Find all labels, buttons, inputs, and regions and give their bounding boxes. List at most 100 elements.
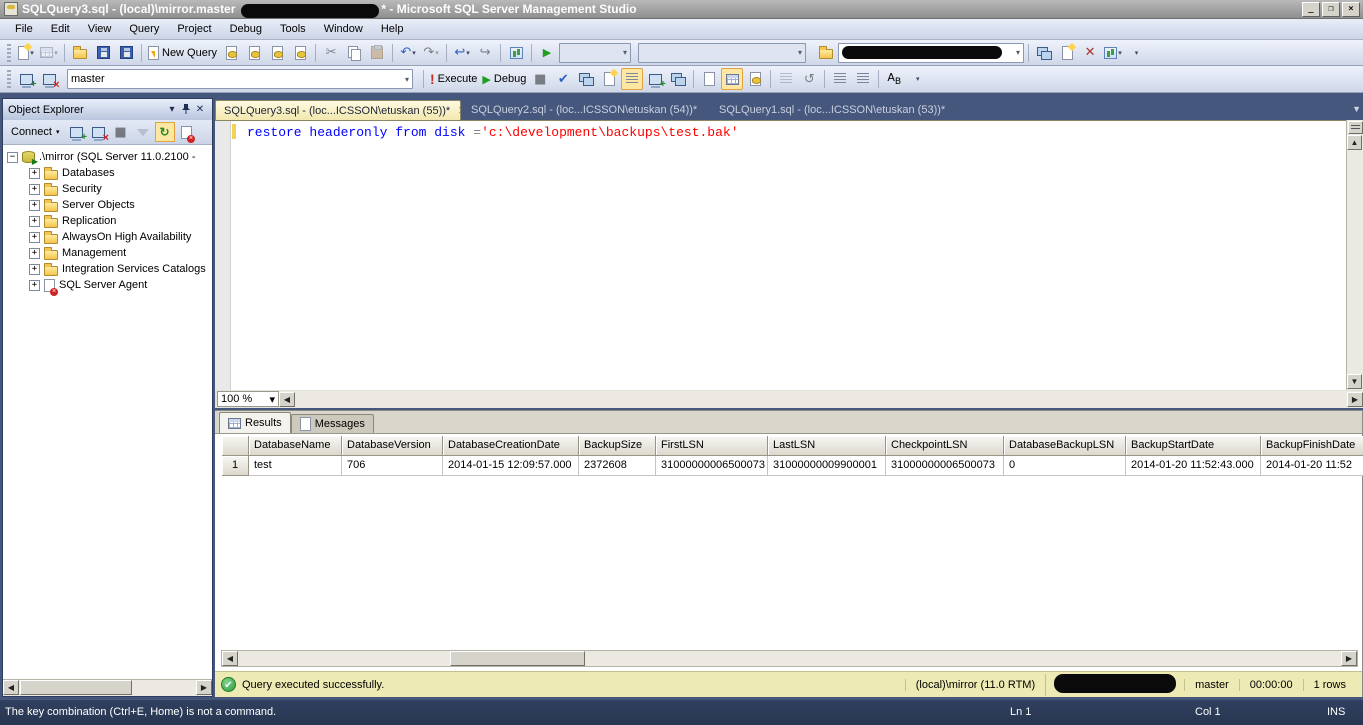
menu-query[interactable]: Query xyxy=(120,20,168,38)
parse-button[interactable]: ✔ xyxy=(552,68,574,90)
results-to-text-button[interactable] xyxy=(698,68,720,90)
scroll-down-arrow[interactable]: ▼ xyxy=(1347,374,1362,389)
toolbar-overflow-button[interactable]: ▾ xyxy=(1125,42,1147,64)
grid-cell[interactable]: 2014-01-20 11:52 xyxy=(1261,456,1363,476)
cut-button[interactable]: ✂ xyxy=(320,42,342,64)
new-query-button[interactable]: New Query xyxy=(146,42,219,64)
undo-button[interactable]: ↶ ▾ xyxy=(397,42,419,64)
toolbar-combo-2[interactable]: ▾ xyxy=(638,42,807,63)
object-explorer-details-button[interactable] xyxy=(1033,42,1055,64)
tree-node-management[interactable]: + Management xyxy=(3,245,212,261)
comment-button[interactable] xyxy=(775,68,797,90)
decrease-indent-button[interactable] xyxy=(829,68,851,90)
oe-connect-button[interactable]: Connect ▾ xyxy=(6,123,65,142)
navigate-forward-button[interactable]: ↪ xyxy=(474,42,496,64)
tree-node-server[interactable]: − .\mirror (SQL Server 11.0.2100 - xyxy=(3,149,212,166)
collapse-box-icon[interactable]: − xyxy=(7,151,18,163)
oe-connect-server-button[interactable] xyxy=(67,122,87,143)
menu-debug[interactable]: Debug xyxy=(221,20,271,38)
scroll-up-arrow[interactable]: ▲ xyxy=(1347,135,1362,150)
tree-node-integration-services-catalogs[interactable]: + Integration Services Catalogs xyxy=(3,261,212,277)
grid-cell[interactable]: 31000000006500073 xyxy=(886,456,1004,476)
oe-filter-button[interactable] xyxy=(133,122,153,142)
tree-node-security[interactable]: + Security xyxy=(3,181,212,197)
expand-box-icon[interactable]: + xyxy=(29,183,40,195)
close-button[interactable]: × xyxy=(1342,2,1360,17)
object-explorer-header[interactable]: Object Explorer ▾ ✕ xyxy=(3,99,212,120)
add-table-button[interactable]: ▾ xyxy=(38,42,60,64)
tree-node-replication[interactable]: + Replication xyxy=(3,213,212,229)
menu-help[interactable]: Help xyxy=(372,20,413,38)
query-editor[interactable]: restore headeronly from disk ='c:\develo… xyxy=(215,120,1346,390)
column-header-databasebackuplsn[interactable]: DatabaseBackupLSN xyxy=(1004,436,1126,456)
results-to-grid-button[interactable] xyxy=(721,68,744,90)
scroll-thumb[interactable] xyxy=(20,680,132,695)
code-line[interactable]: restore headeronly from disk ='c:\develo… xyxy=(247,125,739,140)
save-all-button[interactable] xyxy=(115,42,137,64)
properties-window-button[interactable] xyxy=(1056,42,1078,64)
results-scroll-right-arrow[interactable]: ▶ xyxy=(1341,651,1357,666)
expand-box-icon[interactable]: + xyxy=(29,231,40,243)
expand-box-icon[interactable]: + xyxy=(29,279,40,291)
restore-button[interactable]: ❐ xyxy=(1322,2,1340,17)
oe-horizontal-scrollbar[interactable]: ◀ ▶ xyxy=(3,679,212,696)
estimated-plan-button[interactable] xyxy=(575,68,597,90)
document-tab-2[interactable]: SQLQuery2.sql - (loc...ICSSON\etuskan (5… xyxy=(463,100,709,120)
template-parameters-button[interactable]: AB xyxy=(883,68,905,90)
results-tab-results[interactable]: Results xyxy=(219,412,291,433)
expand-box-icon[interactable]: + xyxy=(29,199,40,211)
tree-node-server-objects[interactable]: + Server Objects xyxy=(3,197,212,213)
menu-edit[interactable]: Edit xyxy=(42,20,79,38)
query-options-button[interactable] xyxy=(598,68,620,90)
grid-cell[interactable]: 2014-01-20 11:52:43.000 xyxy=(1126,456,1261,476)
menu-project[interactable]: Project xyxy=(168,20,220,38)
menu-window[interactable]: Window xyxy=(315,20,372,38)
results-scroll-left-arrow[interactable]: ◀ xyxy=(222,651,238,666)
grid-cell[interactable]: 31000000006500073 xyxy=(656,456,768,476)
increase-indent-button[interactable] xyxy=(852,68,874,90)
execute-button[interactable]: ! Execute xyxy=(428,68,479,90)
database-engine-query-button[interactable] xyxy=(220,42,242,64)
tree-node-alwayson-high-availability[interactable]: + AlwaysOn High Availability xyxy=(3,229,212,245)
tools-button[interactable]: ✕ xyxy=(1079,42,1101,64)
toolbar2-overflow-button[interactable]: ▾ xyxy=(906,68,928,90)
editor-vertical-scrollbar[interactable]: ▲ ▼ xyxy=(1346,120,1363,390)
expand-box-icon[interactable]: + xyxy=(29,247,40,259)
menu-file[interactable]: File xyxy=(6,20,42,38)
toolbar-combo-1[interactable]: ▾ xyxy=(559,42,632,63)
debug-button[interactable]: ▶ Debug xyxy=(480,68,528,90)
start-button[interactable]: ▶ xyxy=(536,42,558,64)
change-connection-button[interactable] xyxy=(38,68,60,91)
include-actual-plan-button[interactable] xyxy=(644,68,666,90)
copy-button[interactable] xyxy=(343,42,365,64)
dmx-query-button[interactable] xyxy=(266,42,288,64)
expand-box-icon[interactable]: + xyxy=(29,215,40,227)
oe-refresh-button[interactable]: ↻ xyxy=(154,122,175,142)
toolbar-grip-2[interactable] xyxy=(7,70,11,88)
column-header-databasename[interactable]: DatabaseName xyxy=(249,436,342,456)
client-statistics-button[interactable] xyxy=(667,68,689,90)
grid-cell[interactable]: test xyxy=(249,456,342,476)
tree-node-databases[interactable]: + Databases xyxy=(3,165,212,181)
save-button[interactable] xyxy=(92,42,114,64)
menu-tools[interactable]: Tools xyxy=(271,20,315,38)
scroll-left-arrow[interactable]: ◀ xyxy=(3,680,19,695)
open-file-button[interactable] xyxy=(69,42,91,64)
zoom-level-combo[interactable]: 100 % ▾ xyxy=(217,391,279,407)
search-combo[interactable]: ▾ xyxy=(838,42,1025,63)
cancel-query-button[interactable]: ■ xyxy=(529,68,551,90)
column-header-databasecreationdate[interactable]: DatabaseCreationDate xyxy=(443,436,579,456)
connect-button[interactable] xyxy=(15,68,37,90)
grid-cell[interactable]: 706 xyxy=(342,456,443,476)
grid-cell[interactable]: 2014-01-15 12:09:57.000 xyxy=(443,456,579,476)
column-header-checkpointlsn[interactable]: CheckpointLSN xyxy=(886,436,1004,456)
new-item-button[interactable]: ▾ xyxy=(15,42,37,64)
display-options-button[interactable]: ▾ xyxy=(1102,42,1124,64)
oe-stop-button[interactable]: ■ xyxy=(111,122,131,142)
column-header-databaseversion[interactable]: DatabaseVersion xyxy=(342,436,443,456)
redo-button[interactable]: ↷ ▾ xyxy=(420,42,442,64)
scroll-right-arrow[interactable]: ▶ xyxy=(196,680,212,695)
minimize-button[interactable]: _ xyxy=(1302,2,1320,17)
paste-button[interactable] xyxy=(366,42,388,64)
document-tab-1[interactable]: SQLQuery3.sql - (loc...ICSSON\etuskan (5… xyxy=(215,100,461,120)
